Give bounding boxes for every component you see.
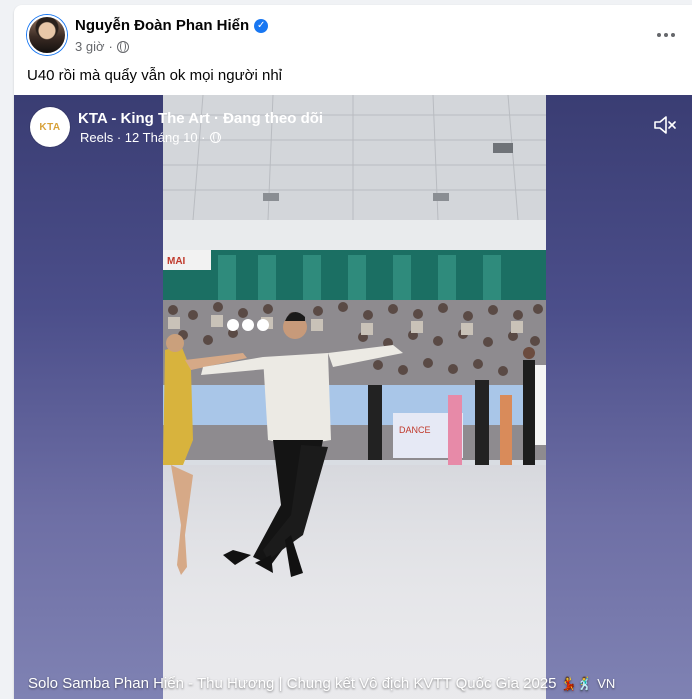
author-avatar[interactable] (27, 15, 67, 55)
page-logo: KTA (39, 121, 61, 133)
author-row: Nguyễn Đoàn Phan Hiển ✓ (75, 17, 269, 34)
post-meta: 3 giờ · (75, 39, 129, 54)
mute-toggle-button[interactable] (652, 113, 678, 137)
page-avatar[interactable]: KTA (30, 107, 70, 147)
dot-icon (671, 33, 675, 37)
reel-meta: Reels · 12 Tháng 10 · (78, 130, 323, 145)
author-name[interactable]: Nguyễn Đoàn Phan Hiển (75, 17, 249, 34)
reel-head-text: KTA - King The Art · Đang theo dõi Reels… (78, 110, 323, 145)
globe-icon[interactable] (116, 40, 129, 53)
globe-icon (209, 131, 221, 143)
follow-status[interactable]: · Đang theo dõi (214, 110, 323, 127)
reel-player[interactable]: MAI DANCE KTA KTA - King The Art · Đang … (14, 95, 692, 699)
svg-text:DANCE: DANCE (399, 425, 431, 435)
page-name-link[interactable]: KTA - King The Art (78, 110, 210, 127)
meta-separator: · (108, 39, 113, 54)
dot-icon (657, 33, 661, 37)
caption-emojis: 💃🕺 (560, 676, 594, 691)
caption-text: Solo Samba Phan Hiển - Thu Hương | Chung… (28, 675, 557, 692)
reel-title-row: KTA - King The Art · Đang theo dõi (78, 110, 323, 127)
more-options-button[interactable] (654, 23, 678, 47)
speaker-muted-icon (654, 116, 676, 134)
reel-header: KTA KTA - King The Art · Đang theo dõi R… (30, 107, 323, 147)
reel-video[interactable]: MAI DANCE (163, 95, 546, 699)
dance-scene-image: MAI DANCE (163, 95, 546, 699)
verified-badge-icon: ✓ (254, 18, 269, 33)
svg-text:MAI: MAI (167, 256, 186, 267)
post-card: Nguyễn Đoàn Phan Hiển ✓ 3 giờ · U40 rồi … (14, 5, 692, 699)
post-time[interactable]: 3 giờ (75, 39, 105, 54)
post-header: Nguyễn Đoàn Phan Hiển ✓ 3 giờ · (14, 5, 692, 65)
caption-flag: VN (597, 676, 616, 691)
reel-caption[interactable]: Solo Samba Phan Hiển - Thu Hương | Chung… (28, 674, 678, 694)
dot-icon (664, 33, 668, 37)
post-text: U40 rồi mà quẩy vẫn ok mọi người nhỉ (27, 67, 282, 84)
reel-meta-text[interactable]: Reels · 12 Tháng 10 · (80, 130, 206, 145)
